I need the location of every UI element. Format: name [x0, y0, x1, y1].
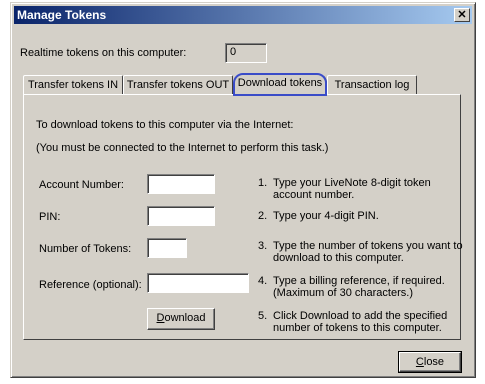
account-number-input[interactable]	[147, 174, 215, 194]
account-number-label: Account Number:	[39, 179, 124, 191]
download-button[interactable]: Download	[147, 308, 215, 330]
pin-label: PIN:	[39, 211, 61, 223]
tab-label: Transfer tokens IN	[27, 79, 119, 91]
intro-text: To download tokens to this computer via …	[36, 119, 294, 131]
tab-label: Transaction log	[334, 79, 410, 91]
tab-transaction-log[interactable]: Transaction log	[327, 75, 417, 95]
close-mnemonic: C	[415, 356, 424, 368]
window-close-button[interactable]: ✕	[454, 8, 470, 22]
title-bar: Manage Tokens ✕	[14, 6, 472, 24]
realtime-tokens-value: 0	[230, 46, 237, 58]
intro-note: (You must be connected to the Internet t…	[36, 142, 329, 154]
realtime-tokens-field: 0	[225, 43, 267, 63]
tab-label: Download tokens	[237, 77, 323, 89]
close-icon: ✕	[457, 9, 467, 21]
reference-label: Reference (optional):	[39, 279, 142, 291]
number-of-tokens-label: Number of Tokens:	[39, 243, 132, 255]
download-tokens-panel: To download tokens to this computer via …	[23, 94, 463, 340]
manage-tokens-dialog: Manage Tokens ✕ Realtime tokens on this …	[10, 2, 476, 378]
tab-transfer-tokens-out[interactable]: Transfer tokens OUT	[123, 75, 233, 95]
tab-download-tokens[interactable]: Download tokens	[233, 73, 327, 96]
tab-label: Transfer tokens OUT	[126, 79, 230, 91]
tab-transfer-tokens-in[interactable]: Transfer tokens IN	[23, 75, 123, 95]
realtime-tokens-label: Realtime tokens on this computer:	[20, 47, 187, 59]
download-label: ownload	[164, 312, 206, 324]
window-title: Manage Tokens	[17, 8, 107, 22]
close-label: lose	[423, 356, 445, 368]
reference-input[interactable]	[147, 273, 249, 293]
close-button[interactable]: Close	[398, 351, 462, 373]
pin-input[interactable]	[147, 206, 215, 226]
number-of-tokens-input[interactable]	[147, 238, 187, 258]
